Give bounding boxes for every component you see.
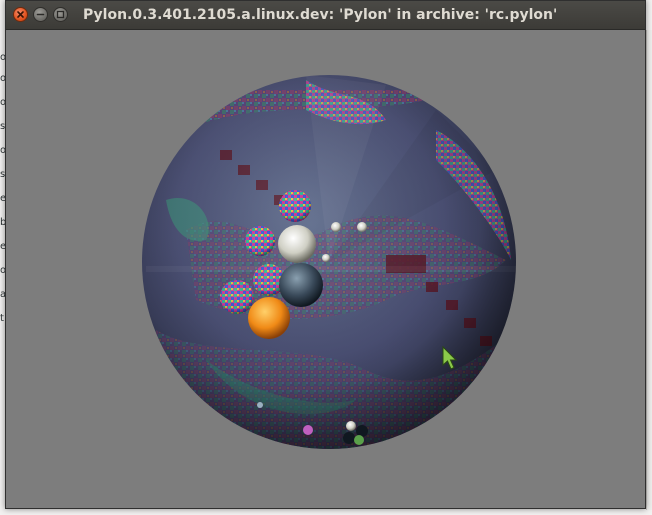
window-title: Pylon.0.3.401.2105.a.linux.dev: 'Pylon' … xyxy=(83,7,558,23)
3d-viewport[interactable] xyxy=(6,30,645,508)
close-icon xyxy=(17,11,24,18)
minimize-icon xyxy=(36,13,45,16)
maximize-window-button[interactable] xyxy=(53,7,68,22)
close-window-button[interactable] xyxy=(13,7,28,22)
planet-scene xyxy=(142,75,516,449)
minimize-window-button[interactable] xyxy=(33,7,48,22)
planet-sphere xyxy=(142,75,516,449)
maximize-icon xyxy=(56,10,65,19)
window-titlebar[interactable]: Pylon.0.3.401.2105.a.linux.dev: 'Pylon' … xyxy=(6,1,645,30)
pylon-window: Pylon.0.3.401.2105.a.linux.dev: 'Pylon' … xyxy=(5,0,646,509)
background-window-edge xyxy=(646,30,652,510)
